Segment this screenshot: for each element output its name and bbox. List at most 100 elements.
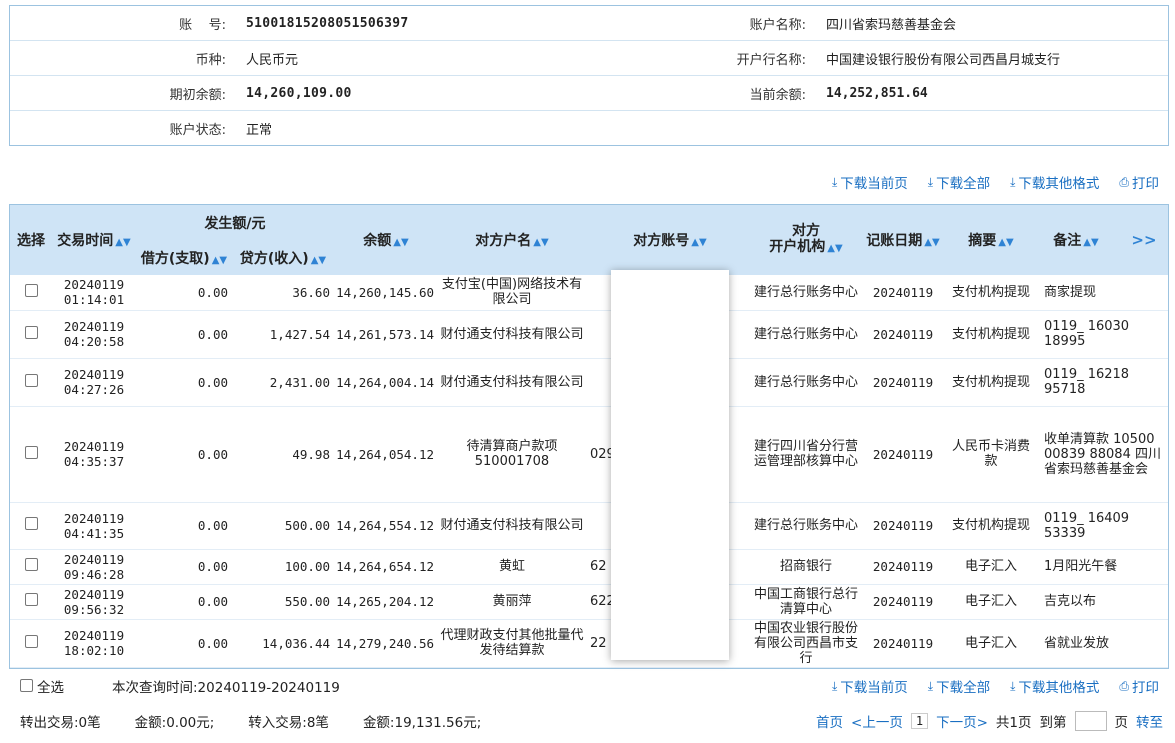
first-page-link[interactable]: 首页: [816, 711, 843, 731]
table-row[interactable]: 20240119 04:27:26 0.00 2,431.00 14,264,004.1…: [10, 358, 1168, 407]
row-summary: 支付机构提现: [948, 358, 1034, 407]
row-checkbox[interactable]: [24, 445, 38, 459]
row-checkbox[interactable]: [24, 283, 38, 297]
expand-icon: >>: [1131, 231, 1157, 249]
table-row[interactable]: 20240119 09:56:32 0.00 550.00 14,265,204.12 黄…: [10, 584, 1168, 620]
row-summary: 人民币卡消费款: [948, 406, 1034, 503]
expand-columns-button[interactable]: >>: [1118, 205, 1168, 275]
row-select[interactable]: [10, 502, 52, 550]
row-date: 20240119: [63, 510, 125, 526]
row-debit: 0.00: [136, 310, 232, 359]
row-balance: 14,279,240.56: [334, 619, 438, 668]
total-pages: 共1页: [995, 715, 1032, 731]
row-select[interactable]: [10, 619, 52, 668]
row-checkbox[interactable]: [24, 325, 38, 339]
row-checkbox[interactable]: [24, 517, 38, 530]
row-select[interactable]: [10, 275, 52, 311]
header-summary[interactable]: 摘要 ▲▼: [948, 205, 1034, 275]
row-remark: 商家提现: [1034, 275, 1168, 311]
row-checkbox[interactable]: [24, 558, 38, 571]
select-all-label: 全选: [37, 679, 64, 696]
row-select[interactable]: [10, 549, 52, 585]
row-balance: 14,265,204.12: [334, 584, 438, 620]
download-icon: ⤓: [927, 678, 934, 693]
row-party-name: 待清算商户款项510001708: [438, 406, 586, 503]
print-link[interactable]: ⎙ 打印: [1119, 172, 1159, 193]
header-time-label: 交易时间: [57, 233, 114, 249]
row-party-name: 财付通支付科技有限公司: [438, 358, 586, 407]
row-credit: 500.00: [232, 502, 334, 550]
redaction-overlay: [611, 270, 729, 660]
table-row[interactable]: 20240119 09:46:28 0.00 100.00 14,264,654.12 黄…: [10, 549, 1168, 585]
row-select[interactable]: [10, 406, 52, 503]
row-post-date: 20240119: [858, 619, 948, 668]
jump-link[interactable]: 转至: [1136, 711, 1163, 731]
row-clock: 04:41:35: [63, 525, 125, 541]
header-debit[interactable]: 借方(支取) ▲▼: [136, 241, 232, 275]
download-all-label: 下载全部: [936, 680, 991, 696]
download-all-link-bottom[interactable]: ⤓ 下载全部: [927, 676, 991, 697]
toolbar-bottom: ⤓ 下载当前页 ⤓ 下载全部 ⤓ 下载其他格式 ⎙ 打印: [812, 676, 1159, 697]
row-balance: 14,264,554.12: [334, 502, 438, 550]
sort-icon: ▲▼: [211, 255, 228, 266]
download-all-link[interactable]: ⤓ 下载全部: [928, 172, 990, 193]
table-row[interactable]: 20240119 01:14:01 0.00 36.60 14,260,145.60 支付…: [10, 275, 1168, 311]
select-all[interactable]: 全选: [20, 676, 64, 696]
download-icon: ⤓: [1010, 678, 1016, 693]
download-other-link-bottom[interactable]: ⤓ 下载其他格式: [1010, 676, 1099, 697]
header-amount-group: 发生额/元: [204, 216, 266, 232]
row-select[interactable]: [10, 310, 52, 359]
row-debit: 0.00: [136, 358, 232, 407]
header-balance[interactable]: 余额 ▲▼: [334, 205, 438, 275]
table-row[interactable]: 20240119 18:02:10 0.00 14,036.44 14,279,240.…: [10, 619, 1168, 668]
bank-name: 中国建设银行股份有限公司西昌月城支行: [826, 52, 1061, 68]
header-party-bank[interactable]: 对方 开户机构 ▲▼: [754, 205, 858, 275]
row-checkbox[interactable]: [24, 593, 38, 606]
download-other-label: 下载其他格式: [1018, 176, 1100, 192]
select-all-checkbox[interactable]: [20, 679, 33, 692]
row-credit: 1,427.54: [232, 310, 334, 359]
row-post-date: 20240119: [858, 310, 948, 359]
toolbar-top: ⤓ 下载当前页 ⤓ 下载全部 ⤓ 下载其他格式 ⎙ 打印: [812, 172, 1159, 193]
row-remark: 收单清算款 10500 00839 88084 四川省索玛慈善基金会: [1034, 406, 1168, 503]
row-date: 20240119: [63, 586, 125, 602]
download-page-link[interactable]: ⤓ 下载当前页: [832, 172, 908, 193]
printer-icon: ⎙: [1119, 174, 1129, 189]
table-row[interactable]: 20240119 04:20:58 0.00 1,427.54 14,261,573.1…: [10, 310, 1168, 359]
row-clock: 18:02:10: [63, 643, 125, 658]
current-balance: 14,252,851.64: [826, 85, 928, 101]
sort-icon: ▲▼: [533, 237, 549, 248]
header-remark[interactable]: 备注 ▲▼: [1034, 205, 1118, 275]
row-checkbox[interactable]: [24, 373, 38, 387]
header-credit[interactable]: 贷方(收入) ▲▼: [232, 241, 334, 275]
row-time: 20240119 09:46:28: [52, 549, 136, 585]
table-row[interactable]: 20240119 04:41:35 0.00 500.00 14,264,554.12 财…: [10, 502, 1168, 550]
printer-icon: ⎙: [1119, 678, 1129, 693]
row-credit: 550.00: [232, 584, 334, 620]
prev-page-link[interactable]: <上一页: [851, 711, 903, 731]
header-party-account[interactable]: 对方账号 ▲▼: [586, 205, 754, 275]
download-other-link[interactable]: ⤓ 下载其他格式: [1010, 172, 1100, 193]
row-select[interactable]: [10, 584, 52, 620]
download-page-link-bottom[interactable]: ⤓ 下载当前页: [832, 676, 908, 697]
row-select[interactable]: [10, 358, 52, 407]
row-checkbox[interactable]: [24, 634, 38, 648]
goto-page-input[interactable]: [1074, 711, 1107, 731]
row-party-bank: 建行四川省分行营运管理部核算中心: [754, 406, 858, 503]
row-date: 20240119: [63, 551, 125, 567]
table-row[interactable]: 20240119 04:35:37 0.00 49.98 14,264,054.12 待清…: [10, 406, 1168, 503]
header-party-name[interactable]: 对方户名 ▲▼: [438, 205, 586, 275]
header-post-date[interactable]: 记账日期 ▲▼: [858, 205, 948, 275]
header-time[interactable]: 交易时间 ▲▼: [52, 205, 136, 275]
row-post-date: 20240119: [858, 275, 948, 311]
row-time: 20240119 01:14:01: [52, 275, 136, 311]
row-party-name: 黄丽萍: [438, 584, 586, 620]
page-unit-label: 页: [1114, 715, 1129, 731]
row-time: 20240119 04:20:58: [52, 310, 136, 359]
row-party-bank: 中国工商银行总行清算中心: [754, 584, 858, 620]
row-party-name: 黄虹: [438, 549, 586, 585]
bank-label: 开户行名称:: [736, 52, 806, 68]
print-link-bottom[interactable]: ⎙ 打印: [1119, 676, 1159, 697]
next-page-link[interactable]: 下一页>: [936, 711, 988, 731]
row-remark: 省就业发放: [1034, 619, 1168, 668]
